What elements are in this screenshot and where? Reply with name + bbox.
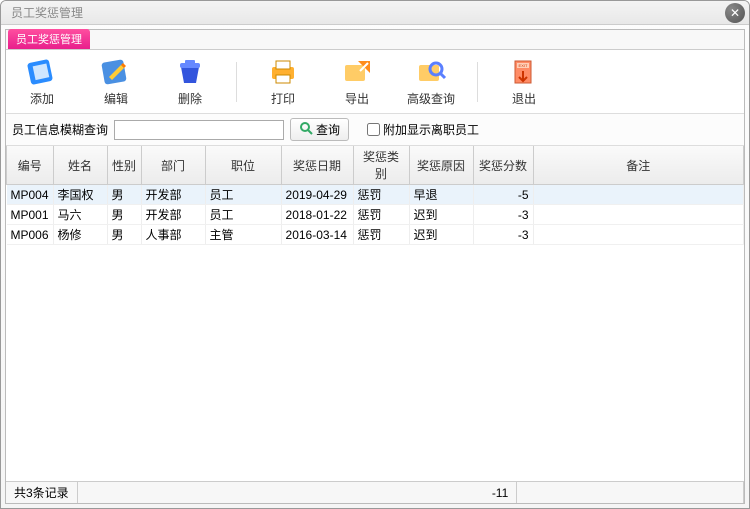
cell-pos: 主管 bbox=[205, 225, 281, 245]
advanced-query-button[interactable]: 高级查询 bbox=[403, 56, 459, 107]
exit-icon: EXIT bbox=[506, 56, 542, 88]
cell-id: MP001 bbox=[7, 205, 54, 225]
col-sex[interactable]: 性别 bbox=[107, 146, 141, 185]
cell-reason: 迟到 bbox=[409, 205, 473, 225]
cell-note bbox=[533, 205, 743, 225]
query-button[interactable]: 查询 bbox=[290, 118, 349, 141]
cell-pos: 员工 bbox=[205, 185, 281, 205]
client-area: 员工奖惩管理 添加 编辑 删除 bbox=[5, 29, 745, 504]
delete-label: 删除 bbox=[178, 90, 202, 107]
status-count: 共3条记录 bbox=[6, 482, 78, 503]
exit-label: 退出 bbox=[512, 90, 536, 107]
table: 编号 姓名 性别 部门 职位 奖惩日期 奖惩类别 奖惩原因 奖惩分数 备注 MP… bbox=[6, 146, 744, 245]
delete-button[interactable]: 删除 bbox=[162, 56, 218, 107]
delete-icon bbox=[172, 56, 208, 88]
toolbar-divider bbox=[477, 62, 478, 102]
cell-sex: 男 bbox=[107, 225, 141, 245]
cell-score: -3 bbox=[473, 225, 533, 245]
statusbar: 共3条记录 -11 bbox=[6, 481, 744, 503]
print-icon bbox=[265, 56, 301, 88]
app-window: 员工奖惩管理 ✕ 员工奖惩管理 添加 编辑 bbox=[0, 0, 750, 509]
cell-dept: 开发部 bbox=[141, 205, 205, 225]
toolbar-divider bbox=[236, 62, 237, 102]
add-icon bbox=[24, 56, 60, 88]
cell-reason: 迟到 bbox=[409, 225, 473, 245]
cell-name: 马六 bbox=[53, 205, 107, 225]
cell-sex: 男 bbox=[107, 205, 141, 225]
window-title: 员工奖惩管理 bbox=[11, 4, 83, 21]
cell-type: 惩罚 bbox=[353, 185, 409, 205]
show-resigned-label: 附加显示离职员工 bbox=[383, 121, 479, 138]
svg-text:EXIT: EXIT bbox=[519, 63, 528, 68]
tab-reward-punish[interactable]: 员工奖惩管理 bbox=[8, 29, 90, 49]
print-label: 打印 bbox=[271, 90, 295, 107]
cell-date: 2019-04-29 bbox=[281, 185, 353, 205]
close-button[interactable]: ✕ bbox=[725, 3, 745, 23]
col-id[interactable]: 编号 bbox=[7, 146, 54, 185]
add-label: 添加 bbox=[30, 90, 54, 107]
cell-dept: 开发部 bbox=[141, 185, 205, 205]
cell-reason: 早退 bbox=[409, 185, 473, 205]
col-reason[interactable]: 奖惩原因 bbox=[409, 146, 473, 185]
show-resigned-input[interactable] bbox=[367, 123, 380, 136]
exit-button[interactable]: EXIT 退出 bbox=[496, 56, 552, 107]
search-label: 员工信息模糊查询 bbox=[12, 121, 108, 138]
col-score[interactable]: 奖惩分数 bbox=[473, 146, 533, 185]
search-input[interactable] bbox=[114, 120, 284, 140]
edit-label: 编辑 bbox=[104, 90, 128, 107]
cell-type: 惩罚 bbox=[353, 205, 409, 225]
table-row[interactable]: MP006杨修男人事部主管2016-03-14惩罚迟到-3 bbox=[7, 225, 744, 245]
export-button[interactable]: 导出 bbox=[329, 56, 385, 107]
col-name[interactable]: 姓名 bbox=[53, 146, 107, 185]
tabstrip: 员工奖惩管理 bbox=[6, 30, 744, 50]
col-date[interactable]: 奖惩日期 bbox=[281, 146, 353, 185]
edit-button[interactable]: 编辑 bbox=[88, 56, 144, 107]
titlebar: 员工奖惩管理 ✕ bbox=[1, 1, 749, 25]
toolbar: 添加 编辑 删除 打印 bbox=[6, 50, 744, 114]
cell-date: 2018-01-22 bbox=[281, 205, 353, 225]
cell-note bbox=[533, 225, 743, 245]
col-note[interactable]: 备注 bbox=[533, 146, 743, 185]
cell-id: MP004 bbox=[7, 185, 54, 205]
search-icon bbox=[299, 121, 313, 138]
advanced-label: 高级查询 bbox=[407, 90, 455, 107]
cell-pos: 员工 bbox=[205, 205, 281, 225]
table-row[interactable]: MP001马六男开发部员工2018-01-22惩罚迟到-3 bbox=[7, 205, 744, 225]
cell-score: -3 bbox=[473, 205, 533, 225]
print-button[interactable]: 打印 bbox=[255, 56, 311, 107]
cell-score: -5 bbox=[473, 185, 533, 205]
cell-note bbox=[533, 185, 743, 205]
status-tail bbox=[517, 482, 744, 503]
cell-name: 杨修 bbox=[53, 225, 107, 245]
cell-type: 惩罚 bbox=[353, 225, 409, 245]
add-button[interactable]: 添加 bbox=[14, 56, 70, 107]
searchbar: 员工信息模糊查询 查询 附加显示离职员工 bbox=[6, 114, 744, 146]
edit-icon bbox=[98, 56, 134, 88]
cell-name: 李国权 bbox=[53, 185, 107, 205]
col-pos[interactable]: 职位 bbox=[205, 146, 281, 185]
export-icon bbox=[339, 56, 375, 88]
header-row: 编号 姓名 性别 部门 职位 奖惩日期 奖惩类别 奖惩原因 奖惩分数 备注 bbox=[7, 146, 744, 185]
cell-dept: 人事部 bbox=[141, 225, 205, 245]
cell-date: 2016-03-14 bbox=[281, 225, 353, 245]
show-resigned-checkbox[interactable]: 附加显示离职员工 bbox=[367, 121, 479, 138]
cell-sex: 男 bbox=[107, 185, 141, 205]
data-grid[interactable]: 编号 姓名 性别 部门 职位 奖惩日期 奖惩类别 奖惩原因 奖惩分数 备注 MP… bbox=[6, 146, 744, 481]
table-row[interactable]: MP004李国权男开发部员工2019-04-29惩罚早退-5 bbox=[7, 185, 744, 205]
status-sum: -11 bbox=[427, 482, 517, 503]
col-dept[interactable]: 部门 bbox=[141, 146, 205, 185]
cell-id: MP006 bbox=[7, 225, 54, 245]
export-label: 导出 bbox=[345, 90, 369, 107]
search-advanced-icon bbox=[413, 56, 449, 88]
query-label: 查询 bbox=[316, 121, 340, 138]
col-type[interactable]: 奖惩类别 bbox=[353, 146, 409, 185]
